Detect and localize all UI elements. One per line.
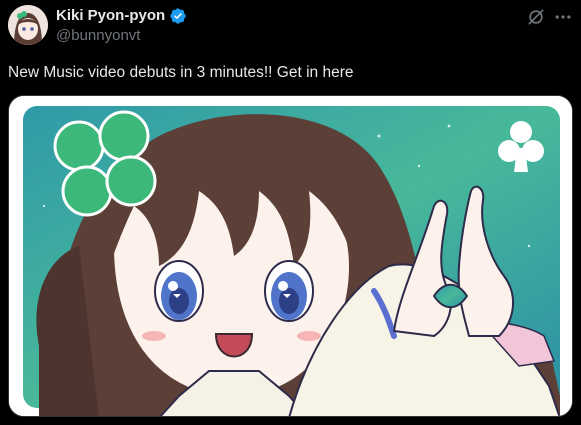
avatar-image	[8, 5, 48, 45]
tweet-text: New Music video debuts in 3 minutes!! Ge…	[8, 64, 354, 81]
user-handle[interactable]: @bunnyonvt	[56, 27, 140, 45]
more-options-icon[interactable]	[552, 6, 574, 28]
tweet-post: Kiki Pyon-pyon @bunnyonvt New Music vide…	[0, 0, 581, 425]
verified-badge-icon	[169, 7, 187, 25]
anime-girl-illustration	[9, 96, 572, 416]
display-name[interactable]: Kiki Pyon-pyon	[56, 7, 165, 25]
avatar[interactable]	[8, 5, 48, 45]
author-name-row: Kiki Pyon-pyon	[56, 7, 187, 25]
grok-icon[interactable]	[525, 6, 547, 28]
tweet-media-image[interactable]	[8, 95, 573, 417]
